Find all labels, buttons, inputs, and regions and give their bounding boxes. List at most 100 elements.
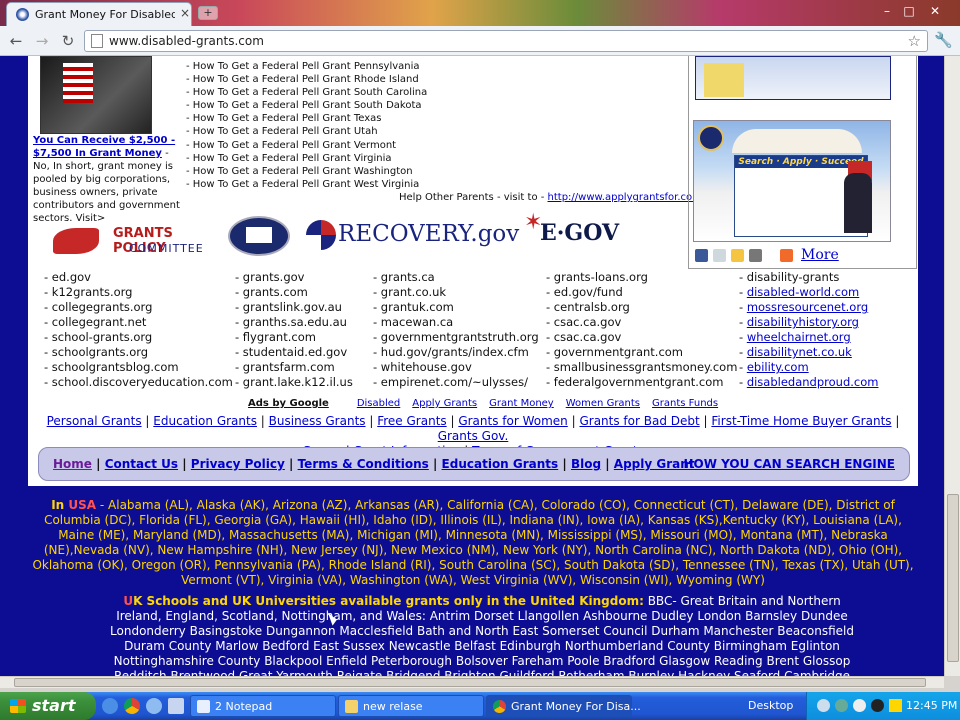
bookmark-star-icon[interactable]: ☆ bbox=[908, 32, 921, 50]
tab-close-icon[interactable]: × bbox=[180, 6, 190, 20]
task-notepad[interactable]: 2 Notepad bbox=[190, 695, 336, 717]
share-more-link[interactable]: More bbox=[801, 247, 839, 263]
horizontal-scroll-thumb[interactable] bbox=[14, 678, 926, 687]
print-icon[interactable] bbox=[749, 249, 762, 262]
minimize-button[interactable]: – bbox=[876, 2, 898, 20]
tab-title: Grant Money For Disabled ... bbox=[35, 8, 175, 21]
addthis-plus-icon[interactable] bbox=[780, 249, 793, 262]
search-apply-succeed-image[interactable]: Search · Apply · Succeed bbox=[693, 120, 891, 242]
link-column-4: - grants-loans.org - ed.gov/fund - central… bbox=[546, 270, 737, 390]
vertical-scroll-thumb[interactable] bbox=[947, 494, 959, 662]
link-dash: - bbox=[739, 360, 747, 374]
browser-tab[interactable]: Grant Money For Disabled ... × bbox=[6, 2, 192, 26]
vertical-scrollbar[interactable] bbox=[944, 56, 960, 676]
taskbar-clock: 12:45 PM bbox=[906, 699, 958, 712]
quicklaunch-ie2-icon[interactable] bbox=[146, 698, 162, 714]
recovery-seal-icon bbox=[306, 220, 336, 250]
category-link[interactable]: Education Grants bbox=[153, 414, 257, 428]
footer-nav-link[interactable]: Home bbox=[53, 457, 92, 471]
uk-initial: U bbox=[123, 594, 134, 608]
ebook-cover-image[interactable] bbox=[40, 56, 152, 134]
tray-warning-icon[interactable] bbox=[889, 699, 902, 712]
footer-nav-link[interactable]: Blog bbox=[571, 457, 601, 471]
tray-app-icon[interactable] bbox=[835, 699, 848, 712]
footer-nav-link[interactable]: Contact Us bbox=[105, 457, 178, 471]
site-link-item: - ed.gov bbox=[44, 270, 91, 284]
ad-link[interactable]: Apply Grants bbox=[412, 398, 477, 409]
address-url[interactable]: www.disabled-grants.com bbox=[109, 34, 264, 48]
disability-site-link[interactable]: disabledandproud.com bbox=[747, 375, 879, 389]
how-you-can-search-engine-link[interactable]: HOW YOU CAN SEARCH ENGINE bbox=[683, 457, 895, 471]
white-house-logo[interactable] bbox=[228, 216, 290, 256]
site-link-item: - k12grants.org bbox=[44, 285, 133, 299]
ad-link[interactable]: Grant Money bbox=[489, 398, 554, 409]
notepad-icon bbox=[197, 700, 210, 713]
applygrantsfor-link[interactable]: http://www.applygrantsfor.com bbox=[548, 192, 702, 203]
start-button[interactable]: start bbox=[0, 692, 96, 720]
category-link[interactable]: Business Grants bbox=[269, 414, 366, 428]
footer-nav-link[interactable]: Education Grants bbox=[442, 457, 559, 471]
back-button[interactable]: ← bbox=[6, 31, 26, 51]
disability-site-link[interactable]: disabilityhistory.org bbox=[747, 315, 859, 329]
site-link-item: - empirenet.com/~ulysses/ bbox=[373, 375, 528, 389]
reload-button[interactable]: ↻ bbox=[58, 31, 78, 51]
disability-site-link[interactable]: mossresourcenet.org bbox=[747, 300, 868, 314]
category-link[interactable]: Grants Gov. bbox=[438, 429, 509, 443]
disability-site-link[interactable]: wheelchairnet.org bbox=[747, 330, 851, 344]
promo-link[interactable]: You Can Receive $2,500 - $7,500 In Grant… bbox=[33, 135, 175, 159]
grants-policy-committee-logo[interactable]: GRANTS POLICY COMMITTEE bbox=[53, 222, 213, 258]
windows-logo-icon bbox=[10, 699, 26, 713]
desktop-toolbar-label[interactable]: Desktop bbox=[748, 699, 793, 712]
link-dash: - bbox=[739, 315, 747, 329]
disability-site-link[interactable]: disabled-world.com bbox=[747, 285, 859, 299]
favorite-icon[interactable] bbox=[731, 249, 744, 262]
close-window-button[interactable]: ✕ bbox=[924, 2, 946, 20]
gpc-logo-subtext: COMMITTEE bbox=[129, 242, 204, 255]
us-states-paragraph: In USA - Alabama (AL), Alaska (AK), Ariz… bbox=[30, 498, 916, 588]
category-link[interactable]: First-Time Home Buyer Grants bbox=[711, 414, 891, 428]
task-chrome[interactable]: Grant Money For Disa... bbox=[486, 695, 641, 717]
ad-link[interactable]: Disabled bbox=[357, 398, 400, 409]
site-link-row: - ebility.com bbox=[739, 360, 878, 375]
site-link-item: - csac.ca.gov bbox=[546, 315, 622, 329]
category-link[interactable]: Grants for Bad Debt bbox=[579, 414, 699, 428]
government-seal-icon bbox=[698, 125, 724, 151]
disability-site-link[interactable]: disabilitynet.co.uk bbox=[747, 345, 852, 359]
ad-link[interactable]: Women Grants bbox=[566, 398, 640, 409]
egov-logo[interactable]: ✶ E·GOV bbox=[524, 210, 624, 252]
disability-site-link[interactable]: ebility.com bbox=[747, 360, 809, 374]
quicklaunch-chrome-icon[interactable] bbox=[124, 698, 140, 714]
quicklaunch-desktop-icon[interactable] bbox=[168, 698, 184, 714]
recovery-gov-logo[interactable]: RECOVERY.gov bbox=[306, 218, 519, 256]
footer-nav-link[interactable]: Privacy Policy bbox=[191, 457, 285, 471]
footer-nav-link[interactable]: Terms & Conditions bbox=[298, 457, 429, 471]
link-column-3: - grants.ca - grant.co.uk - grantuk.com - m… bbox=[373, 270, 539, 390]
task-folder[interactable]: new relase bbox=[338, 695, 484, 717]
maximize-button[interactable]: □ bbox=[898, 2, 920, 20]
ads-by-google-link[interactable]: Ads by Google bbox=[248, 398, 329, 409]
tray-app2-icon[interactable] bbox=[871, 699, 884, 712]
task-folder-label: new relase bbox=[363, 700, 423, 713]
sidebar-screenshot-image[interactable] bbox=[695, 56, 891, 100]
horizontal-scrollbar[interactable] bbox=[0, 676, 944, 688]
footer-nav-link[interactable]: Apply Grant bbox=[614, 457, 695, 471]
quicklaunch-ie-icon[interactable] bbox=[102, 698, 118, 714]
forward-button[interactable]: → bbox=[32, 31, 52, 51]
category-link[interactable]: Grants for Women bbox=[458, 414, 567, 428]
tray-volume-icon[interactable] bbox=[853, 699, 866, 712]
task-notepad-label: 2 Notepad bbox=[215, 700, 273, 713]
site-favicon-icon bbox=[16, 8, 29, 21]
email-icon[interactable] bbox=[713, 249, 726, 262]
tray-network-icon[interactable] bbox=[817, 699, 830, 712]
facebook-icon[interactable] bbox=[695, 249, 708, 262]
category-link[interactable]: Personal Grants bbox=[47, 414, 142, 428]
uk-places-list: BBC- Great Britain and Northern Ireland,… bbox=[110, 594, 854, 688]
category-link[interactable]: Free Grants bbox=[377, 414, 446, 428]
address-bar[interactable]: www.disabled-grants.com ☆ bbox=[84, 30, 928, 52]
pell-grant-list: - How To Get a Federal Pell Grant Pennsy… bbox=[186, 60, 427, 191]
ad-link[interactable]: Grants Funds bbox=[652, 398, 718, 409]
site-link-item: - federalgovernmentgrant.com bbox=[546, 375, 724, 389]
pell-grant-list-item: - How To Get a Federal Pell Grant Rhode … bbox=[186, 74, 419, 86]
new-tab-button[interactable]: + bbox=[198, 6, 218, 20]
wrench-menu-icon[interactable]: 🔧 bbox=[934, 31, 953, 49]
